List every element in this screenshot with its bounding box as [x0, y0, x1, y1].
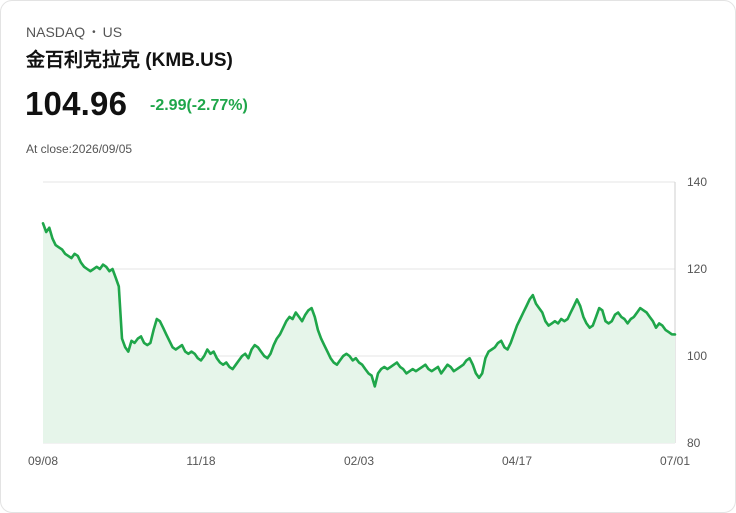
x-tick-label: 02/03: [344, 454, 374, 468]
x-tick-label: 09/08: [28, 454, 58, 468]
price-chart: 140 120 100 80 09/08 11/18 02/03 04/17 07/01: [28, 175, 707, 468]
y-tick-label: 100: [687, 349, 707, 363]
price-area: [43, 223, 675, 443]
x-tick-label: 11/18: [186, 454, 215, 468]
y-tick-label: 140: [687, 175, 707, 189]
y-tick-label: 80: [687, 436, 701, 450]
x-tick-label: 07/01: [660, 454, 690, 468]
y-tick-label: 120: [687, 262, 707, 276]
x-tick-label: 04/17: [502, 454, 532, 468]
